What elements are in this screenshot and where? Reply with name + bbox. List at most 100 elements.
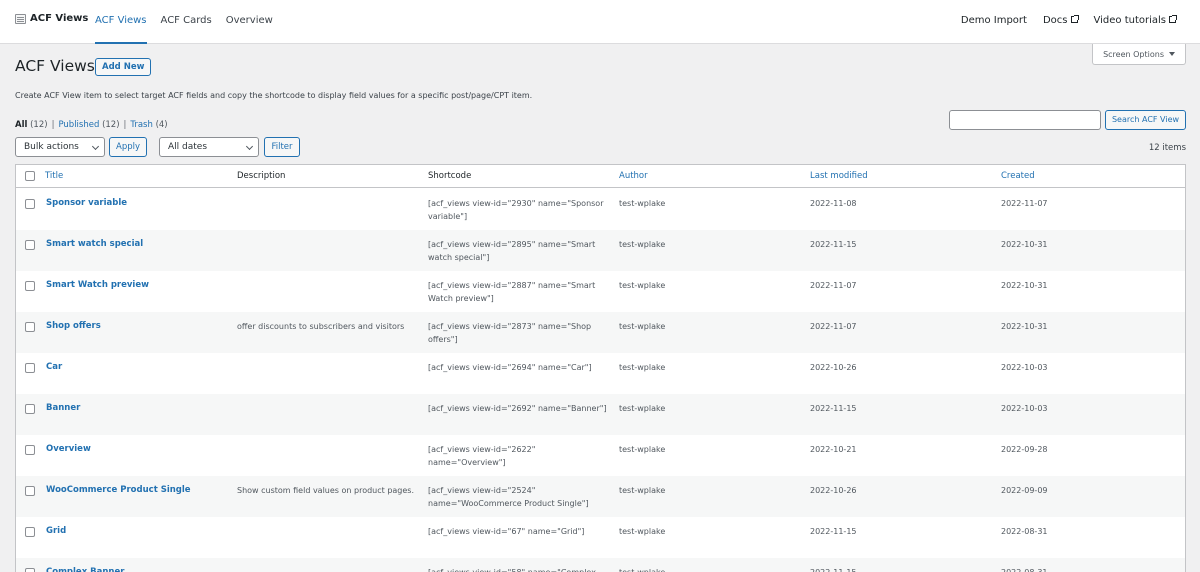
table-row: Overview [acf_views view-id="2622" name="O…: [16, 435, 1185, 476]
screen-options-label: Screen Options: [1103, 49, 1164, 59]
select-all-checkbox[interactable]: [25, 171, 35, 181]
filter-published[interactable]: Published (12): [58, 120, 119, 130]
table-row: Smart watch special [acf_views view-id="2…: [16, 230, 1185, 271]
row-shortcode-line1: [acf_views view-id="67" name="Grid"]: [428, 527, 585, 536]
row-title-link[interactable]: Car: [46, 361, 62, 374]
row-checkbox[interactable]: [25, 568, 35, 572]
row-title-link[interactable]: Sponsor variable: [46, 197, 127, 210]
docs-link[interactable]: Docs: [1043, 0, 1079, 42]
filter-button[interactable]: Filter: [264, 137, 300, 157]
video-tutorials-link[interactable]: Video tutorials: [1094, 0, 1177, 42]
search-input[interactable]: [949, 110, 1101, 130]
row-checkbox[interactable]: [25, 527, 35, 537]
row-shortcode-line2: watch special"]: [428, 253, 490, 262]
row-author[interactable]: test-wplake: [619, 566, 665, 572]
row-author[interactable]: test-wplake: [619, 402, 665, 415]
row-last-modified: 2022-10-26: [810, 363, 857, 372]
items-count: 12 items: [1148, 143, 1186, 153]
row-author[interactable]: test-wplake: [619, 320, 665, 333]
row-author[interactable]: test-wplake: [619, 197, 665, 210]
col-title[interactable]: Title: [45, 171, 63, 181]
separator: |: [51, 120, 55, 130]
row-last-modified: 2022-11-07: [810, 281, 857, 290]
row-last-modified: 2022-11-15: [810, 240, 857, 249]
demo-import-label: Demo Import: [960, 15, 1027, 26]
nav-acf-cards[interactable]: ACF Cards: [161, 0, 212, 44]
top-links: Demo Import Docs Video tutorials: [961, 0, 1177, 42]
filter-published-count: (12): [102, 120, 120, 130]
row-shortcode-line1: [acf_views view-id="58" name="Complex: [428, 568, 596, 572]
bulk-actions-select[interactable]: Bulk actions: [15, 137, 105, 157]
search-button[interactable]: Search ACF View: [1105, 110, 1186, 130]
col-author[interactable]: Author: [619, 171, 648, 181]
row-created: 2022-11-07: [1001, 199, 1048, 208]
row-shortcode-line2: offers"]: [428, 335, 458, 344]
row-checkbox[interactable]: [25, 199, 35, 209]
filter-trash[interactable]: Trash (4): [130, 120, 167, 130]
row-checkbox[interactable]: [25, 445, 35, 455]
row-author[interactable]: test-wplake: [619, 279, 665, 292]
page-title: ACF Views: [15, 57, 95, 75]
row-author[interactable]: test-wplake: [619, 443, 665, 456]
row-title-link[interactable]: Banner: [46, 402, 80, 415]
table-header: Title Description Shortcode Author Last …: [16, 165, 1185, 188]
row-shortcode: [acf_views view-id="2694" name="Car"]: [428, 361, 608, 374]
row-title-link[interactable]: WooCommerce Product Single: [46, 484, 191, 497]
table-row: Complex Banner [acf_views view-id="58" na…: [16, 558, 1185, 572]
nav-acf-views[interactable]: ACF Views: [95, 0, 147, 44]
row-author[interactable]: test-wplake: [619, 238, 665, 251]
row-title-link[interactable]: Overview: [46, 443, 91, 456]
demo-import-link[interactable]: Demo Import: [961, 0, 1027, 42]
screen-options-button[interactable]: Screen Options: [1092, 44, 1186, 65]
row-created: 2022-08-31: [1001, 566, 1048, 572]
row-title-link[interactable]: Smart Watch preview: [46, 279, 149, 292]
nav-overview[interactable]: Overview: [226, 0, 273, 44]
apply-button[interactable]: Apply: [109, 137, 147, 157]
row-title-link[interactable]: Complex Banner: [46, 566, 124, 572]
filter-published-label: Published: [58, 120, 100, 130]
brand[interactable]: ACF Views: [15, 13, 88, 24]
separator: |: [123, 120, 127, 130]
row-shortcode: [acf_views view-id="67" name="Grid"]: [428, 525, 608, 538]
row-shortcode-line2: name="Overview"]: [428, 458, 506, 467]
filter-all-count: (12): [30, 120, 48, 130]
row-author[interactable]: test-wplake: [619, 525, 665, 538]
add-new-button[interactable]: Add New: [95, 58, 152, 76]
row-shortcode: [acf_views view-id="2895" name="Smart wat…: [428, 238, 608, 264]
row-created: 2022-10-31: [1001, 322, 1048, 331]
external-link-icon: [1169, 14, 1177, 23]
row-checkbox[interactable]: [25, 240, 35, 250]
table-row: Shop offers offer discounts to subscriber…: [16, 312, 1185, 353]
views-table: Title Description Shortcode Author Last …: [15, 164, 1186, 572]
list-icon: [15, 13, 26, 24]
row-created: 2022-10-03: [1001, 404, 1048, 413]
row-shortcode-line2: name="WooCommerce Product Single"]: [428, 499, 589, 508]
chevron-down-icon: [91, 142, 100, 151]
row-last-modified: 2022-11-08: [810, 199, 857, 208]
row-shortcode-line1: [acf_views view-id="2895" name="Smart: [428, 240, 596, 249]
row-author[interactable]: test-wplake: [619, 361, 665, 374]
col-last-modified[interactable]: Last modified: [810, 171, 868, 181]
row-checkbox[interactable]: [25, 281, 35, 291]
row-shortcode-line2: variable"]: [428, 212, 468, 221]
row-created: 2022-08-31: [1001, 527, 1048, 536]
row-checkbox[interactable]: [25, 404, 35, 414]
filter-all[interactable]: All (12): [15, 120, 48, 130]
row-created: 2022-10-03: [1001, 363, 1048, 372]
row-created: 2022-09-09: [1001, 486, 1048, 495]
row-checkbox[interactable]: [25, 322, 35, 332]
date-filter-select[interactable]: All dates: [159, 137, 259, 157]
top-nav: ACF Views ACF Cards Overview: [95, 0, 273, 44]
row-title-link[interactable]: Grid: [46, 525, 66, 538]
caret-down-icon: [1169, 52, 1175, 56]
table-row: Sponsor variable [acf_views view-id="2930…: [16, 189, 1185, 230]
row-shortcode-line2: Watch preview"]: [428, 294, 494, 303]
row-title-link[interactable]: Smart watch special: [46, 238, 143, 251]
row-author[interactable]: test-wplake: [619, 484, 665, 497]
row-title-link[interactable]: Shop offers: [46, 320, 101, 333]
table-row: Car [acf_views view-id="2694" name="Car"]…: [16, 353, 1185, 394]
row-checkbox[interactable]: [25, 486, 35, 496]
col-shortcode: Shortcode: [428, 171, 472, 181]
col-created[interactable]: Created: [1001, 171, 1035, 181]
row-checkbox[interactable]: [25, 363, 35, 373]
